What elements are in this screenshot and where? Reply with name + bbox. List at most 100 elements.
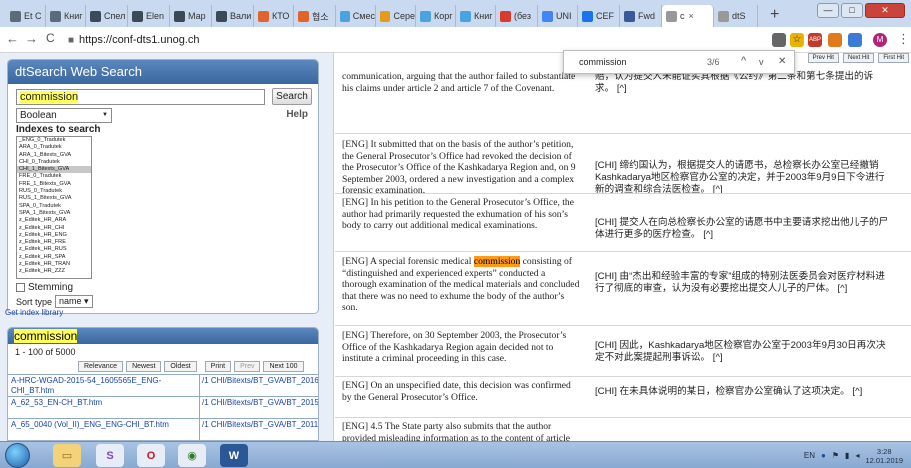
sort-type-select[interactable]: name ▾ bbox=[55, 295, 93, 308]
result-path[interactable]: /1 CHI/Bitexts/BT_GVA/BT_2016 bbox=[200, 375, 318, 396]
folder-icon[interactable]: ▭ bbox=[53, 444, 81, 467]
clock[interactable]: 3:28 12.01.2019 bbox=[865, 447, 903, 465]
bookmark-star-icon[interactable]: ☆ bbox=[790, 33, 804, 47]
browser-tab[interactable]: Книг bbox=[456, 5, 496, 27]
sort-relevance-button[interactable]: Relevance bbox=[78, 361, 124, 372]
profile-avatar[interactable]: M bbox=[873, 33, 887, 47]
browser-tab[interactable]: Et C bbox=[6, 5, 46, 27]
result-row[interactable]: A_62_53_EN-CH_BT.htm/1 CHI/Bitexts/BT_GV… bbox=[8, 396, 318, 418]
index-option[interactable]: ARA_1_Bitexts_GVA bbox=[17, 152, 91, 159]
index-option[interactable]: FRE_1_Bitexts_GVA bbox=[17, 181, 91, 188]
search-button[interactable]: Search bbox=[272, 88, 312, 105]
index-option[interactable]: RUS_1_Bitexts_GVA bbox=[17, 195, 91, 202]
find-close-icon[interactable]: ✕ bbox=[778, 56, 786, 67]
browser-menu-icon[interactable]: ⋮ bbox=[897, 31, 910, 47]
index-option[interactable]: z_Editek_HR_ARA bbox=[17, 217, 91, 224]
find-input[interactable]: commission bbox=[579, 57, 627, 67]
browser-tab[interactable]: Книг bbox=[46, 5, 86, 27]
result-path[interactable]: /1 CHI/Bitexts/BT_GVA/BT_2011 bbox=[200, 419, 318, 440]
chrome-icon[interactable]: ◉ bbox=[178, 444, 206, 467]
back-button[interactable]: ← bbox=[6, 31, 19, 46]
index-option[interactable]: z_Editek_HR_TRAN bbox=[17, 261, 91, 268]
extension-icon[interactable] bbox=[772, 33, 786, 47]
extension-icon-3[interactable] bbox=[848, 33, 862, 47]
stemming-checkbox[interactable] bbox=[16, 283, 25, 292]
find-next-icon[interactable]: v bbox=[759, 57, 764, 67]
next-hit-button[interactable]: Next Hit bbox=[842, 53, 875, 63]
maximize-button[interactable]: □ bbox=[841, 3, 863, 18]
index-option[interactable]: RUS_0_Tradutek bbox=[17, 188, 91, 195]
index-list[interactable]: _ENG_0_Tradutek ARA_0_Tradutek ARA_1_Bitex… bbox=[16, 136, 92, 279]
result-file-link[interactable]: A-HRC-WGAD-2015-54_1605565E_ENG-CHI_BT.h… bbox=[8, 375, 200, 396]
address-bar[interactable]: ■ https://conf-dts1.unog.ch bbox=[68, 30, 768, 50]
next-page-button[interactable]: Next 100 bbox=[263, 361, 304, 372]
forward-button[interactable]: → bbox=[25, 31, 38, 46]
result-path[interactable]: /1 CHI/Bitexts/BT_GVA/BT_2015 bbox=[200, 397, 318, 418]
browser-tab-label: Сере bbox=[393, 11, 415, 21]
sort-oldest-button[interactable]: Oldest bbox=[164, 361, 197, 372]
find-previous-icon[interactable]: ^ bbox=[741, 55, 746, 67]
browser-tab[interactable]: Сере bbox=[376, 5, 416, 27]
index-option[interactable]: FRE_0_Tradutek bbox=[17, 173, 91, 180]
result-file-link[interactable]: A_65_0040 (Vol_II)_ENG_ENG-CHI_BT.htm bbox=[8, 419, 200, 440]
result-row[interactable]: A_65_0040 (Vol_II)_ENG_ENG-CHI_BT.htm/1 … bbox=[8, 418, 318, 440]
browser-tab[interactable]: CEF bbox=[578, 5, 620, 27]
start-button[interactable] bbox=[5, 443, 30, 468]
minimize-button[interactable]: — bbox=[817, 3, 839, 18]
browser-tab[interactable]: КТО bbox=[254, 5, 294, 27]
new-tab-button[interactable]: + bbox=[770, 6, 779, 24]
browser-tab[interactable]: 협소 bbox=[294, 5, 336, 27]
browser-tab[interactable]: Смес bbox=[336, 5, 376, 27]
extension-icon-2[interactable] bbox=[828, 33, 842, 47]
browser-tab[interactable]: Вали bbox=[212, 5, 254, 27]
index-option[interactable]: z_Editek_HR_RUS bbox=[17, 246, 91, 253]
search-input[interactable]: commission bbox=[16, 89, 265, 105]
word-icon[interactable]: W bbox=[220, 444, 248, 467]
close-window-button[interactable]: ✕ bbox=[865, 3, 905, 18]
browser-tab[interactable]: c × bbox=[662, 5, 714, 27]
network-icon[interactable]: ▮ bbox=[845, 451, 849, 460]
browser-tab[interactable]: Мар bbox=[170, 5, 212, 27]
first-hit-button[interactable]: First Hit bbox=[878, 53, 909, 63]
index-option[interactable]: SPA_1_Bitexts_GVA bbox=[17, 210, 91, 217]
volume-icon[interactable]: ◂ bbox=[855, 451, 859, 460]
browser-tab[interactable]: UNI bbox=[538, 5, 578, 27]
browser-tab[interactable]: Fwd bbox=[620, 5, 662, 27]
help-link[interactable]: Help bbox=[286, 109, 308, 120]
prev-hit-button[interactable]: Prev Hit bbox=[807, 53, 839, 63]
index-option[interactable]: z_Editek_HR_ENG bbox=[17, 232, 91, 239]
close-tab-icon[interactable]: × bbox=[689, 11, 694, 21]
index-option[interactable]: _ENG_0_Tradutek bbox=[17, 137, 91, 144]
result-file-link[interactable]: A_62_53_EN-CH_BT.htm bbox=[8, 397, 200, 418]
prev-page-button[interactable]: Prev bbox=[234, 361, 261, 372]
index-option[interactable]: z_Editek_HR_ZZZ bbox=[17, 268, 91, 275]
browser-tab[interactable]: Спел bbox=[86, 5, 128, 27]
index-option[interactable]: z_Editek_HR_FRE bbox=[17, 239, 91, 246]
sort-newest-button[interactable]: Newest bbox=[126, 361, 162, 372]
browser-tab-label: c bbox=[680, 11, 685, 21]
paragraph-zh: [CHI] 缔约国认为，根据提交人的请愿书，总检察长办公室已经撤销Kashkad… bbox=[595, 160, 885, 195]
reload-button[interactable]: C bbox=[46, 31, 55, 45]
index-option[interactable]: z_Editek_HR_SPA bbox=[17, 254, 91, 261]
index-option[interactable]: SPA_0_Tradutek bbox=[17, 203, 91, 210]
index-option[interactable]: z_Editek_HR_CHI bbox=[17, 225, 91, 232]
browser-tab[interactable]: (без bbox=[496, 5, 538, 27]
adblock-icon[interactable]: ABP bbox=[808, 33, 822, 47]
index-option[interactable]: CHI_0_Tradutek bbox=[17, 159, 91, 166]
language-indicator[interactable]: EN bbox=[804, 451, 815, 460]
book-icon bbox=[174, 10, 185, 22]
browser-tab[interactable]: Elen bbox=[128, 5, 170, 27]
help-tray-icon[interactable]: ● bbox=[821, 451, 826, 460]
flag-icon[interactable]: ⚑ bbox=[832, 451, 839, 460]
skype-icon[interactable]: S bbox=[96, 444, 124, 467]
print-button[interactable]: Print bbox=[204, 361, 232, 372]
stemming-option[interactable]: Stemming bbox=[16, 282, 73, 293]
opera-icon[interactable]: O bbox=[137, 444, 165, 467]
index-option[interactable]: ARA_0_Tradutek bbox=[17, 144, 91, 151]
index-library-link[interactable]: Get index library bbox=[5, 308, 63, 317]
search-mode-select[interactable]: Boolean bbox=[16, 108, 112, 123]
browser-tab[interactable]: dtS bbox=[714, 5, 758, 27]
index-option[interactable]: CHI_1_Bitexts_GVA bbox=[17, 166, 91, 174]
result-row[interactable]: A-HRC-WGAD-2015-54_1605565E_ENG-CHI_BT.h… bbox=[8, 374, 318, 396]
browser-tab[interactable]: Корг bbox=[416, 5, 456, 27]
